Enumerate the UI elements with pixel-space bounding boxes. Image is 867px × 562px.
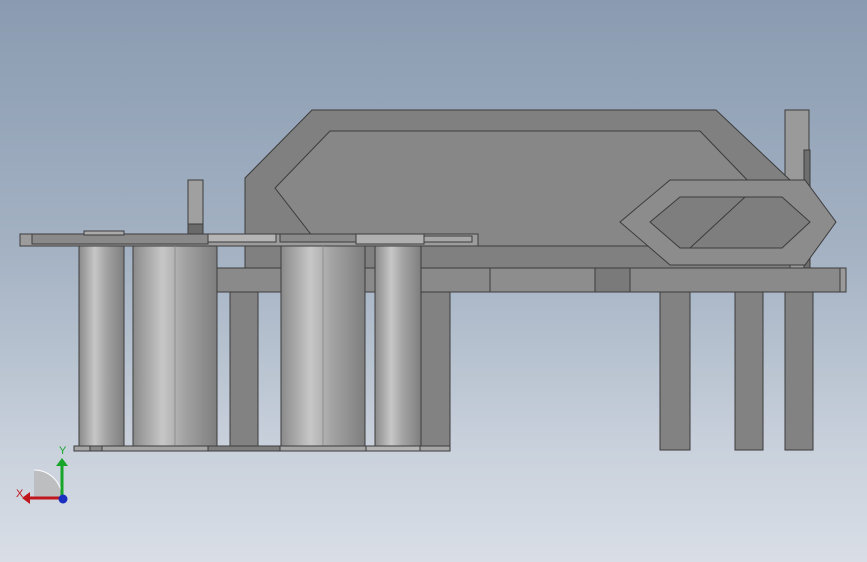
axis-triad: Y X bbox=[16, 445, 68, 504]
frame-leg[interactable] bbox=[419, 291, 451, 451]
frame-leg[interactable] bbox=[734, 291, 764, 451]
x-axis-label: X bbox=[16, 488, 24, 500]
hex-cover-inner bbox=[649, 196, 811, 249]
roller[interactable] bbox=[374, 245, 422, 451]
machine-model[interactable] bbox=[0, 0, 867, 562]
roller[interactable] bbox=[78, 245, 125, 451]
y-axis-label: Y bbox=[59, 445, 67, 457]
frame-leg[interactable] bbox=[229, 291, 259, 451]
frame-leg[interactable] bbox=[784, 291, 814, 451]
frame-leg[interactable] bbox=[659, 291, 691, 451]
cad-viewport[interactable]: Y X bbox=[0, 0, 867, 562]
z-axis-dot bbox=[58, 494, 68, 504]
